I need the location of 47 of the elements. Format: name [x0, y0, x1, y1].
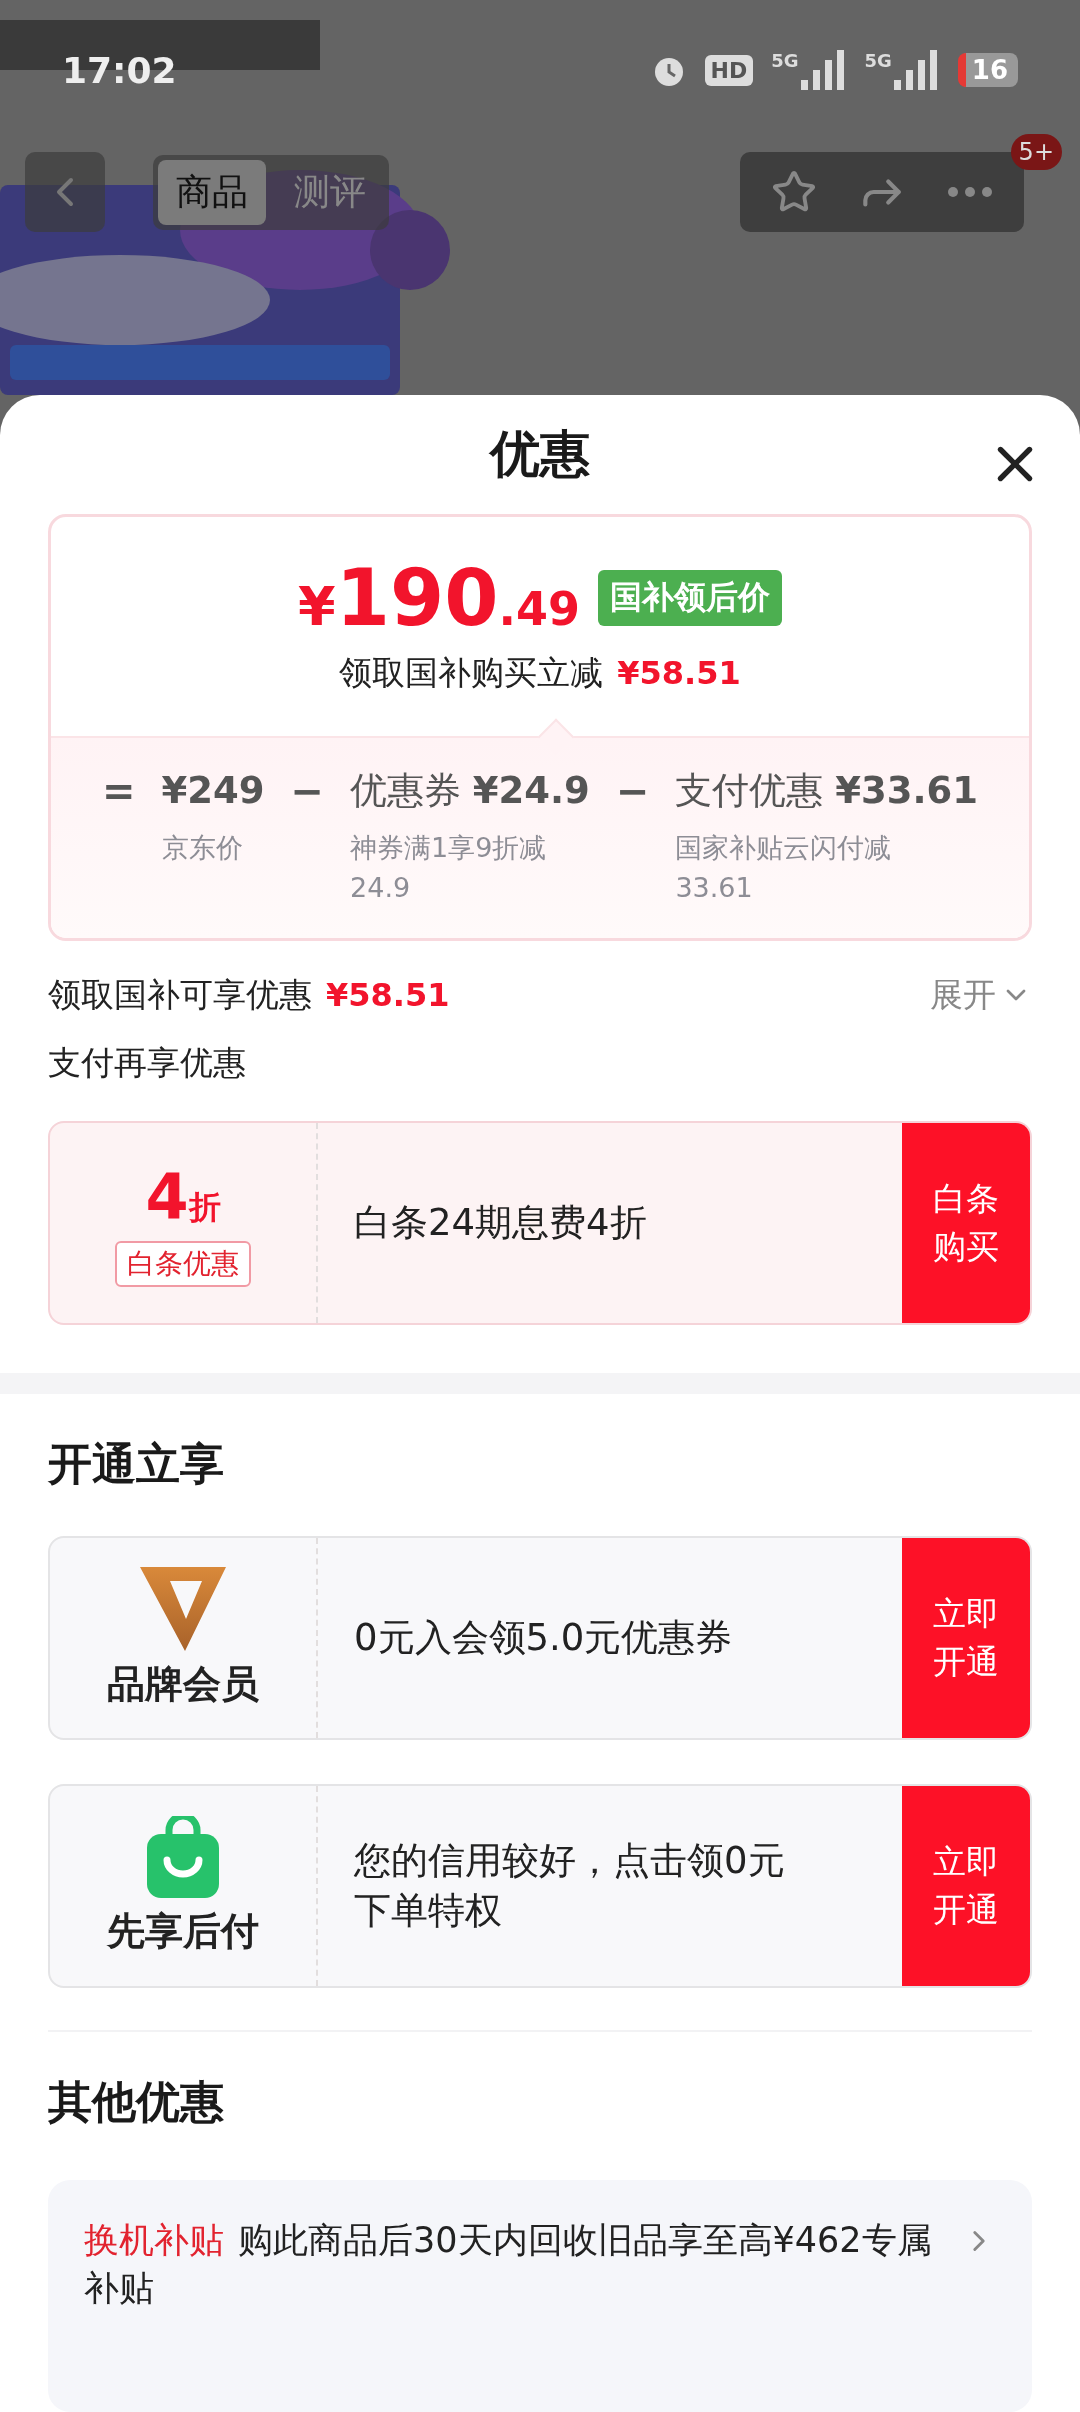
breakdown-label: 京东价: [161, 831, 244, 866]
saving-amount: ¥58.51: [617, 654, 741, 693]
network-label: 5G: [864, 50, 892, 71]
offer-button[interactable]: 立即开通: [902, 1538, 1030, 1738]
offer-name: 先享后付: [107, 1907, 259, 1955]
expand-button[interactable]: 展开: [930, 972, 1032, 1018]
v-logo-icon: [140, 1566, 226, 1651]
offer-button[interactable]: 白条购买: [902, 1123, 1030, 1324]
price-tag: 国补领后价: [597, 570, 782, 627]
breakdown-value: ¥249: [161, 768, 265, 815]
subsidy-label: 领取国补可享优惠: [48, 973, 312, 1016]
notification-badge: 5+: [1010, 134, 1062, 170]
trade-in-text: 换机补贴 购此商品后30天内回收旧品享至高¥462专属补贴: [84, 2219, 933, 2310]
section-title: 其他优惠: [48, 2075, 225, 2129]
tab[interactable]: 商品: [158, 159, 266, 225]
section-label: 支付再享优惠: [48, 1041, 246, 1084]
tab[interactable]: 测评: [276, 159, 384, 225]
offer-button[interactable]: 立即开通: [902, 1786, 1030, 1986]
signal-icon: [893, 50, 940, 90]
section-title: 开通立享: [48, 1437, 225, 1491]
breakdown-label: 神券满1享9折减24.9: [350, 831, 548, 906]
offer-text: 0元入会领5.0元优惠券: [353, 1615, 734, 1661]
back-button[interactable]: [25, 152, 105, 232]
battery-indicator: 16: [957, 53, 1018, 87]
operator: =: [102, 767, 136, 817]
offer-text: 您的信用较好，点击领0元下单特权: [353, 1838, 786, 1934]
breakdown-value: 优惠券 ¥24.9: [350, 768, 590, 815]
breakdown-label: 国家补贴云闪付减33.61: [675, 831, 893, 906]
final-price: ¥190.49: [298, 553, 580, 644]
trade-in-card[interactable]: 换机补贴 购此商品后30天内回收旧品享至高¥462专属补贴: [48, 2180, 1032, 2412]
sheet-title: 优惠: [490, 424, 590, 486]
subsidy-amount: ¥58.51: [326, 976, 450, 1015]
status-time: 17:02: [62, 49, 177, 91]
shopping-bag-icon: [147, 1815, 219, 1898]
saving-label: 领取国补购买立减: [339, 652, 604, 695]
discount-value: 4: [145, 1159, 189, 1233]
breakdown-value: 支付优惠 ¥33.61: [675, 768, 978, 815]
offer-text: 白条24期息费4折: [353, 1200, 648, 1247]
network-label: 5G: [771, 50, 799, 71]
operator: −: [290, 767, 325, 817]
hd-indicator: HD: [704, 54, 754, 86]
more-icon: [948, 187, 992, 197]
offer-tag: 白条优惠: [115, 1240, 251, 1287]
operator: −: [615, 767, 650, 817]
signal-icon: [800, 50, 847, 90]
discount-unit: 折: [188, 1186, 221, 1228]
offer-name: 品牌会员: [107, 1660, 259, 1708]
